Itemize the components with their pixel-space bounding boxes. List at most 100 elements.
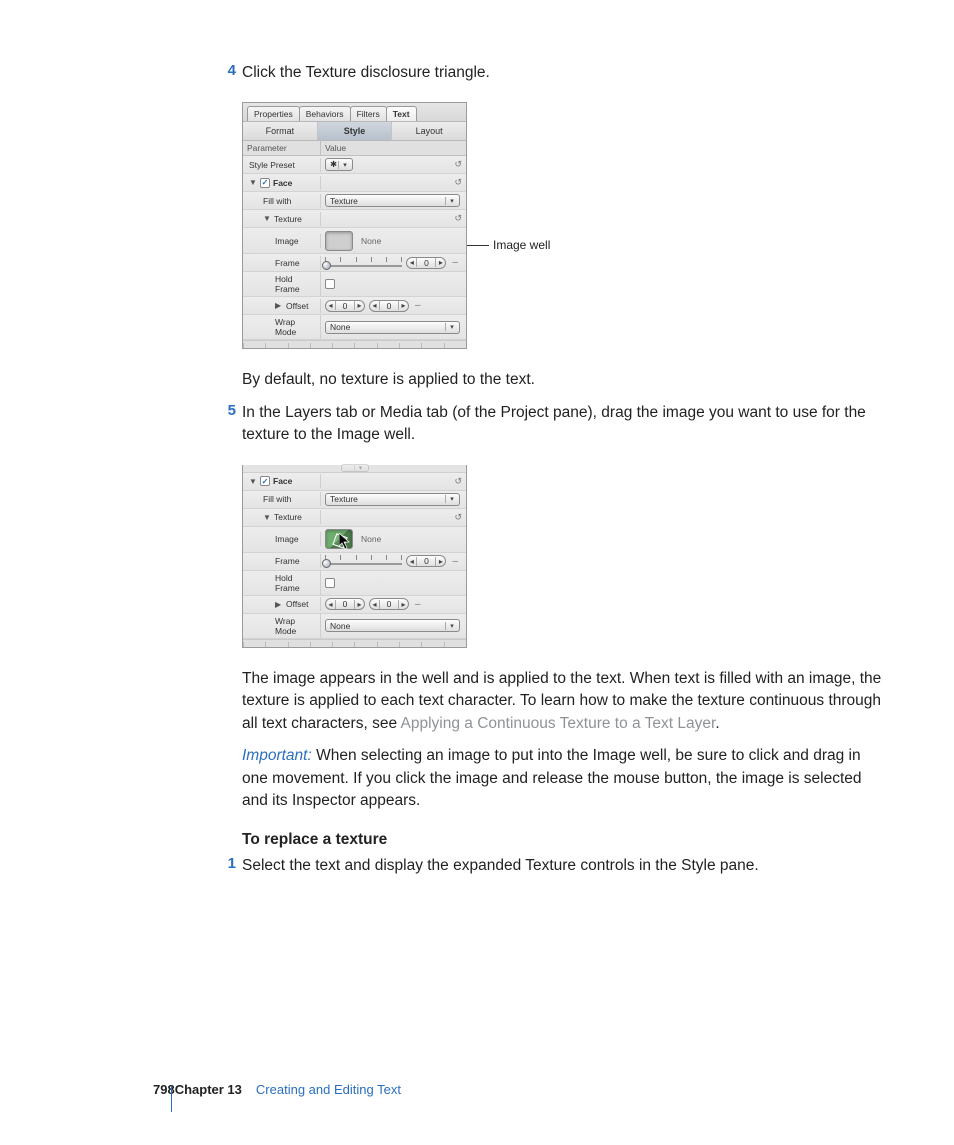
disclosure-triangle-icon[interactable]: ▼ — [263, 214, 271, 223]
inspector-panel-cropped: ▾ ▼✓Face ↺ Fill with Texture▾ ▼Texture — [242, 465, 467, 648]
wrap-mode-value: None — [330, 322, 350, 332]
fill-with-popup[interactable]: Texture▾ — [325, 493, 460, 506]
inspector-panel: Properties Behaviors Filters Text Format… — [242, 102, 467, 349]
frame-stepper[interactable]: ◂0▸ — [406, 555, 446, 567]
subtab-layout[interactable]: Layout — [392, 122, 466, 140]
frame-value: 0 — [417, 556, 435, 566]
wrap-mode-popup[interactable]: None▾ — [325, 619, 460, 632]
step-number: 1 — [220, 855, 242, 872]
reset-icon[interactable]: ↺ — [454, 512, 462, 523]
stepper-right-icon[interactable]: ▸ — [398, 600, 408, 609]
content-block: 4 Click the Texture disclosure triangle.… — [242, 62, 882, 883]
important-text: When selecting an image to put into the … — [242, 747, 862, 809]
stepper-left-icon[interactable]: ◂ — [370, 600, 380, 609]
tab-filters[interactable]: Filters — [350, 106, 387, 121]
tab-text[interactable]: Text — [386, 106, 417, 121]
fill-with-value: Texture — [330, 196, 358, 206]
subtab-format[interactable]: Format — [243, 122, 318, 140]
keyframe-icon[interactable]: – — [413, 599, 423, 610]
label-wrap-mode: Wrap Mode — [275, 616, 316, 636]
style-preset-popup[interactable]: ▾ — [341, 464, 369, 472]
row-face: ▼✓Face ↺ — [243, 174, 466, 192]
offset-y-stepper[interactable]: ◂0▸ — [369, 300, 409, 312]
label-offset: Offset — [286, 301, 309, 311]
step-text: Click the Texture disclosure triangle. — [242, 62, 490, 84]
disclosure-triangle-icon[interactable]: ▼ — [263, 513, 271, 522]
face-checkbox[interactable]: ✓ — [260, 178, 270, 188]
row-hold-frame: Hold Frame ✓ — [243, 272, 466, 297]
step-1-replace: 1 Select the text and display the expand… — [242, 855, 882, 877]
reset-icon[interactable]: ↺ — [454, 177, 462, 188]
header-value: Value — [321, 141, 466, 155]
label-face: Face — [273, 476, 292, 486]
figure-inspector-1: Properties Behaviors Filters Text Format… — [242, 102, 882, 349]
stepper-right-icon[interactable]: ▸ — [354, 301, 364, 310]
disclosure-triangle-icon[interactable]: ▶ — [275, 600, 283, 609]
parameter-rows: Style Preset ✱▾ ↺ ▼✓Face ↺ Fill with Te — [243, 156, 466, 340]
offset-y-stepper[interactable]: ◂0▸ — [369, 598, 409, 610]
frame-slider[interactable] — [325, 559, 402, 563]
frame-slider[interactable] — [325, 261, 402, 265]
row-texture: ▼Texture ↺ — [243, 210, 466, 228]
disclosure-triangle-icon[interactable]: ▼ — [249, 477, 257, 486]
offset-x-stepper[interactable]: ◂0▸ — [325, 598, 365, 610]
disclosure-triangle-icon[interactable]: ▼ — [249, 178, 257, 187]
parameter-rows: ▼✓Face ↺ Fill with Texture▾ ▼Texture ↺ — [243, 473, 466, 639]
caret-icon: ▾ — [445, 197, 455, 205]
chapter-title: Creating and Editing Text — [256, 1082, 401, 1097]
hold-frame-checkbox[interactable]: ✓ — [325, 279, 335, 289]
keyframe-icon[interactable]: – — [450, 257, 460, 268]
row-texture: ▼Texture ↺ — [243, 509, 466, 527]
reset-icon[interactable]: ↺ — [454, 213, 462, 224]
subhead-replace-texture: To replace a texture — [242, 831, 882, 849]
image-value: None — [361, 534, 381, 544]
label-texture: Texture — [274, 214, 302, 224]
disclosure-triangle-icon[interactable]: ▶ — [275, 301, 283, 310]
label-image: Image — [275, 534, 299, 544]
link-continuous-texture[interactable]: Applying a Continuous Texture to a Text … — [401, 715, 716, 732]
stepper-left-icon[interactable]: ◂ — [326, 600, 336, 609]
manual-page: 4 Click the Texture disclosure triangle.… — [0, 0, 954, 1145]
hold-frame-checkbox[interactable]: ✓ — [325, 578, 335, 588]
row-style-preset: Style Preset ✱▾ ↺ — [243, 156, 466, 174]
row-fill-with: Fill with Texture▾ — [243, 192, 466, 210]
important-note: Important: When selecting an image to pu… — [242, 745, 882, 812]
style-preset-popup[interactable]: ✱▾ — [325, 158, 353, 171]
label-hold-frame: Hold Frame — [275, 573, 316, 593]
offset-y-value: 0 — [380, 599, 398, 609]
offset-x-stepper[interactable]: ◂0▸ — [325, 300, 365, 312]
callout-image-well: Image well — [467, 238, 550, 252]
callout-label: Image well — [493, 238, 550, 252]
face-checkbox[interactable]: ✓ — [260, 476, 270, 486]
stepper-left-icon[interactable]: ◂ — [326, 301, 336, 310]
step-5: 5 In the Layers tab or Media tab (of the… — [242, 402, 882, 447]
tab-properties[interactable]: Properties — [247, 106, 300, 121]
step-text: Select the text and display the expanded… — [242, 855, 759, 877]
fill-with-value: Texture — [330, 494, 358, 504]
wrap-mode-popup[interactable]: None▾ — [325, 321, 460, 334]
gear-icon: ✱ — [330, 159, 337, 170]
fill-with-popup[interactable]: Texture ▾ — [325, 194, 460, 207]
row-image: Image None — [243, 228, 466, 254]
reset-icon[interactable]: ↺ — [454, 159, 462, 170]
stepper-right-icon[interactable]: ▸ — [398, 301, 408, 310]
keyframe-icon[interactable]: – — [450, 556, 460, 567]
stepper-left-icon[interactable]: ◂ — [407, 557, 417, 566]
tab-behaviors[interactable]: Behaviors — [299, 106, 351, 121]
label-hold-frame: Hold Frame — [275, 274, 316, 294]
reset-icon[interactable]: ↺ — [454, 476, 462, 487]
header-parameter: Parameter — [243, 141, 321, 155]
stepper-right-icon[interactable]: ▸ — [435, 557, 445, 566]
stepper-left-icon[interactable]: ◂ — [370, 301, 380, 310]
keyframe-icon[interactable]: – — [413, 300, 423, 311]
inspector-tabbar: Properties Behaviors Filters Text — [243, 103, 466, 122]
frame-stepper[interactable]: ◂0▸ — [406, 257, 446, 269]
footer-divider — [171, 1086, 172, 1112]
stepper-right-icon[interactable]: ▸ — [354, 600, 364, 609]
stepper-left-icon[interactable]: ◂ — [407, 258, 417, 267]
label-frame: Frame — [275, 258, 300, 268]
image-well[interactable] — [325, 231, 353, 251]
caret-icon: ▾ — [338, 161, 348, 169]
stepper-right-icon[interactable]: ▸ — [435, 258, 445, 267]
subtab-style[interactable]: Style — [318, 122, 393, 140]
